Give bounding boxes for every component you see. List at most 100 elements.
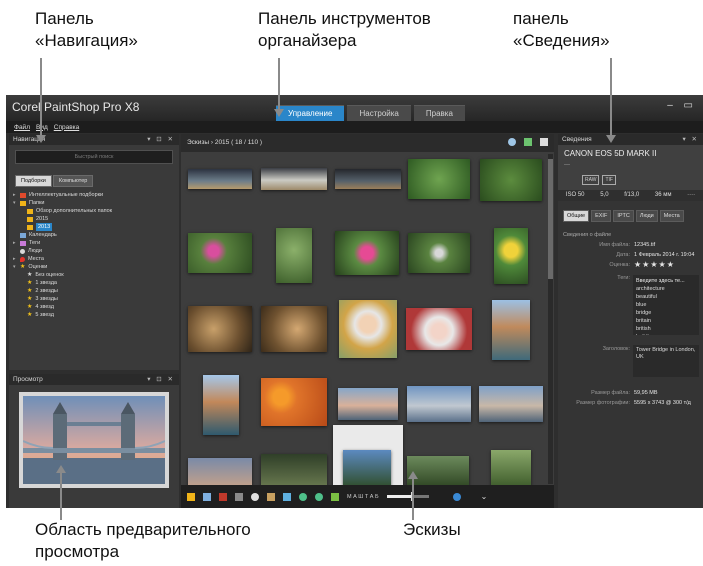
window-controls[interactable]: – ▭ bbox=[667, 100, 697, 111]
thumbnail[interactable] bbox=[479, 386, 543, 422]
thumbnail[interactable] bbox=[408, 233, 470, 273]
tags-box[interactable]: Введите здесь те... architecture beautif… bbox=[633, 275, 699, 335]
panel-controls[interactable]: ▾ ⊡ ✕ bbox=[147, 135, 175, 143]
delete-icon[interactable] bbox=[331, 492, 339, 501]
thumbnail[interactable] bbox=[491, 450, 531, 485]
tree-item-2-stars[interactable]: ★ 2 звезды bbox=[13, 287, 179, 295]
breadcrumb[interactable]: Эскизы › 2015 ( 18 / 110 ) bbox=[187, 139, 262, 146]
info-pointer bbox=[606, 58, 616, 143]
navigation-tree: ▸ Интеллектуальные подборки ▾ Папки Обзор … bbox=[13, 191, 179, 319]
tree-item-smart-collections[interactable]: ▸ Интеллектуальные подборки bbox=[13, 191, 179, 199]
thumbnail[interactable] bbox=[188, 458, 252, 485]
tab-edit[interactable]: Правка bbox=[413, 105, 465, 121]
thumbnail[interactable] bbox=[335, 169, 401, 189]
tab-iptc[interactable]: IPTC bbox=[613, 210, 634, 222]
tree-item-people[interactable]: Люди bbox=[13, 247, 179, 255]
thumbnail[interactable] bbox=[492, 300, 530, 360]
tree-item-3-stars[interactable]: ★ 3 звезды bbox=[13, 295, 179, 303]
tree-item-calendar[interactable]: Календарь bbox=[13, 231, 179, 239]
expand-arrow-icon[interactable]: ▸ bbox=[13, 239, 20, 247]
rating-stars[interactable]: ★★★★★ bbox=[634, 260, 675, 269]
thumbnail[interactable] bbox=[494, 228, 528, 284]
title-field[interactable]: Tower Bridge in London, UK bbox=[633, 345, 699, 377]
tree-item-no-rating[interactable]: ★ Без оценок bbox=[13, 271, 179, 279]
tree-item-folder-2013[interactable]: 2013 bbox=[13, 223, 179, 231]
tab-manage[interactable]: Управление bbox=[276, 105, 345, 121]
menu-file[interactable]: Файл bbox=[14, 124, 30, 131]
thumbnail[interactable] bbox=[261, 378, 327, 426]
thumbnail[interactable] bbox=[261, 454, 327, 485]
thumbnail[interactable] bbox=[407, 386, 471, 422]
thumbnail[interactable] bbox=[408, 159, 470, 199]
zoom-slider[interactable] bbox=[386, 492, 429, 501]
tag-item[interactable]: bridge bbox=[636, 309, 696, 317]
tag-item[interactable]: britain bbox=[636, 317, 696, 325]
menu-help[interactable]: Справка bbox=[54, 124, 80, 131]
refresh-icon[interactable] bbox=[508, 138, 516, 146]
tree-item-1-star[interactable]: ★ 1 звезда bbox=[13, 279, 179, 287]
thumbnail[interactable] bbox=[188, 233, 252, 273]
share-icon[interactable] bbox=[283, 492, 291, 501]
tree-item-ratings[interactable]: ▾ ★ Оценки bbox=[13, 263, 179, 271]
thumbnail-scrollbar[interactable] bbox=[548, 154, 553, 484]
tag-item[interactable]: building bbox=[636, 333, 696, 335]
rotate-left-icon[interactable] bbox=[299, 492, 307, 501]
thumbnail[interactable] bbox=[338, 388, 398, 420]
tab-adjust[interactable]: Настройка bbox=[347, 105, 411, 121]
tree-item-folders[interactable]: ▾ Папки bbox=[13, 199, 179, 207]
thumbnail[interactable] bbox=[335, 231, 399, 275]
chevron-down-icon[interactable]: ⌄ bbox=[481, 492, 489, 501]
expand-arrow-icon[interactable]: ▸ bbox=[13, 255, 20, 263]
focal-length-value: 36 мм bbox=[654, 192, 672, 198]
thumbnail[interactable] bbox=[343, 450, 391, 485]
tab-general[interactable]: Общие bbox=[563, 210, 590, 222]
properties-icon[interactable] bbox=[203, 492, 211, 501]
brush-icon[interactable] bbox=[235, 492, 243, 501]
tab-people[interactable]: Люди bbox=[635, 210, 658, 222]
thumbnail[interactable] bbox=[203, 375, 239, 435]
rotate-right-icon[interactable] bbox=[315, 492, 323, 501]
scrollbar-thumb[interactable] bbox=[548, 159, 553, 279]
thumbnail[interactable] bbox=[261, 168, 327, 190]
tag-item[interactable]: blue bbox=[636, 301, 696, 309]
thumbnail[interactable] bbox=[480, 159, 542, 201]
quick-search-input[interactable]: Быстрый поиск bbox=[15, 150, 173, 164]
people-tag-icon[interactable] bbox=[251, 492, 259, 501]
thumbnail[interactable] bbox=[406, 308, 472, 350]
map-view-icon[interactable] bbox=[524, 138, 532, 146]
tree-item-4-stars[interactable]: ★ 4 звезд bbox=[13, 303, 179, 311]
collapse-arrow-icon[interactable]: ▾ bbox=[13, 199, 20, 207]
tag-item[interactable]: beautiful bbox=[636, 293, 696, 301]
panel-controls[interactable]: ▾ ⊡ ✕ bbox=[147, 375, 175, 383]
smart-collections-icon bbox=[20, 192, 26, 198]
thumbnail[interactable] bbox=[261, 306, 327, 352]
camera-model: CANON EOS 5D MARK II bbox=[564, 149, 657, 158]
tif-badge: TIF bbox=[602, 175, 616, 185]
thumbnail[interactable] bbox=[339, 300, 397, 358]
tab-collections[interactable]: Подборки bbox=[15, 175, 52, 187]
expand-arrow-icon[interactable]: ▸ bbox=[13, 191, 20, 199]
title-label: Заголовок: bbox=[602, 346, 630, 352]
tab-places[interactable]: Места bbox=[659, 210, 684, 222]
tags-input[interactable]: Введите здесь те... bbox=[636, 277, 696, 285]
navigation-pointer bbox=[36, 58, 46, 143]
tree-item-browse-folders[interactable]: Обзор дополнительных папок bbox=[13, 207, 179, 215]
tab-computer[interactable]: Компьютер bbox=[52, 175, 94, 187]
panel-controls[interactable]: ▾ ✕ bbox=[682, 135, 699, 143]
red-eye-icon[interactable] bbox=[219, 492, 227, 501]
tag-item[interactable]: british bbox=[636, 325, 696, 333]
tag-item[interactable]: architecture bbox=[636, 285, 696, 293]
grid-view-icon[interactable] bbox=[540, 138, 548, 146]
tab-exif[interactable]: EXIF bbox=[591, 210, 612, 222]
tree-item-tags[interactable]: ▸ Теги bbox=[13, 239, 179, 247]
collapse-arrow-icon[interactable]: ▾ bbox=[13, 263, 20, 271]
thumbnail[interactable] bbox=[188, 169, 252, 189]
tree-item-folder-2015[interactable]: 2015 bbox=[13, 215, 179, 223]
tree-item-5-stars[interactable]: ★ 5 звезд bbox=[13, 311, 179, 319]
tree-item-places[interactable]: ▸ Места bbox=[13, 255, 179, 263]
print-icon[interactable] bbox=[267, 492, 275, 501]
thumbnail[interactable] bbox=[276, 228, 312, 283]
thumbnail[interactable] bbox=[188, 306, 252, 352]
info-icon[interactable] bbox=[452, 492, 461, 501]
select-icon[interactable] bbox=[187, 492, 195, 501]
